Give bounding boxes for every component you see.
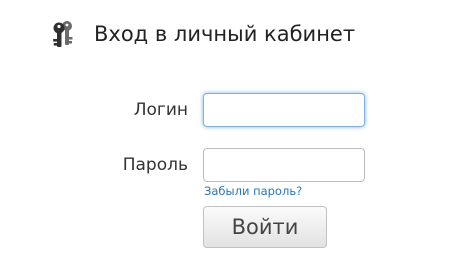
password-input[interactable] xyxy=(203,148,365,182)
keys-icon xyxy=(52,20,76,48)
forgot-password-link[interactable]: Забыли пароль? xyxy=(204,184,302,198)
login-button[interactable]: Войти xyxy=(203,206,327,248)
page-title: Вход в личный кабинет xyxy=(94,22,356,46)
login-input[interactable] xyxy=(203,93,365,127)
login-row: Логин xyxy=(0,93,450,127)
login-label: Логин xyxy=(133,100,188,120)
page-header: Вход в личный кабинет xyxy=(52,16,355,52)
password-label: Пароль xyxy=(122,155,188,175)
password-row: Пароль xyxy=(0,148,450,182)
